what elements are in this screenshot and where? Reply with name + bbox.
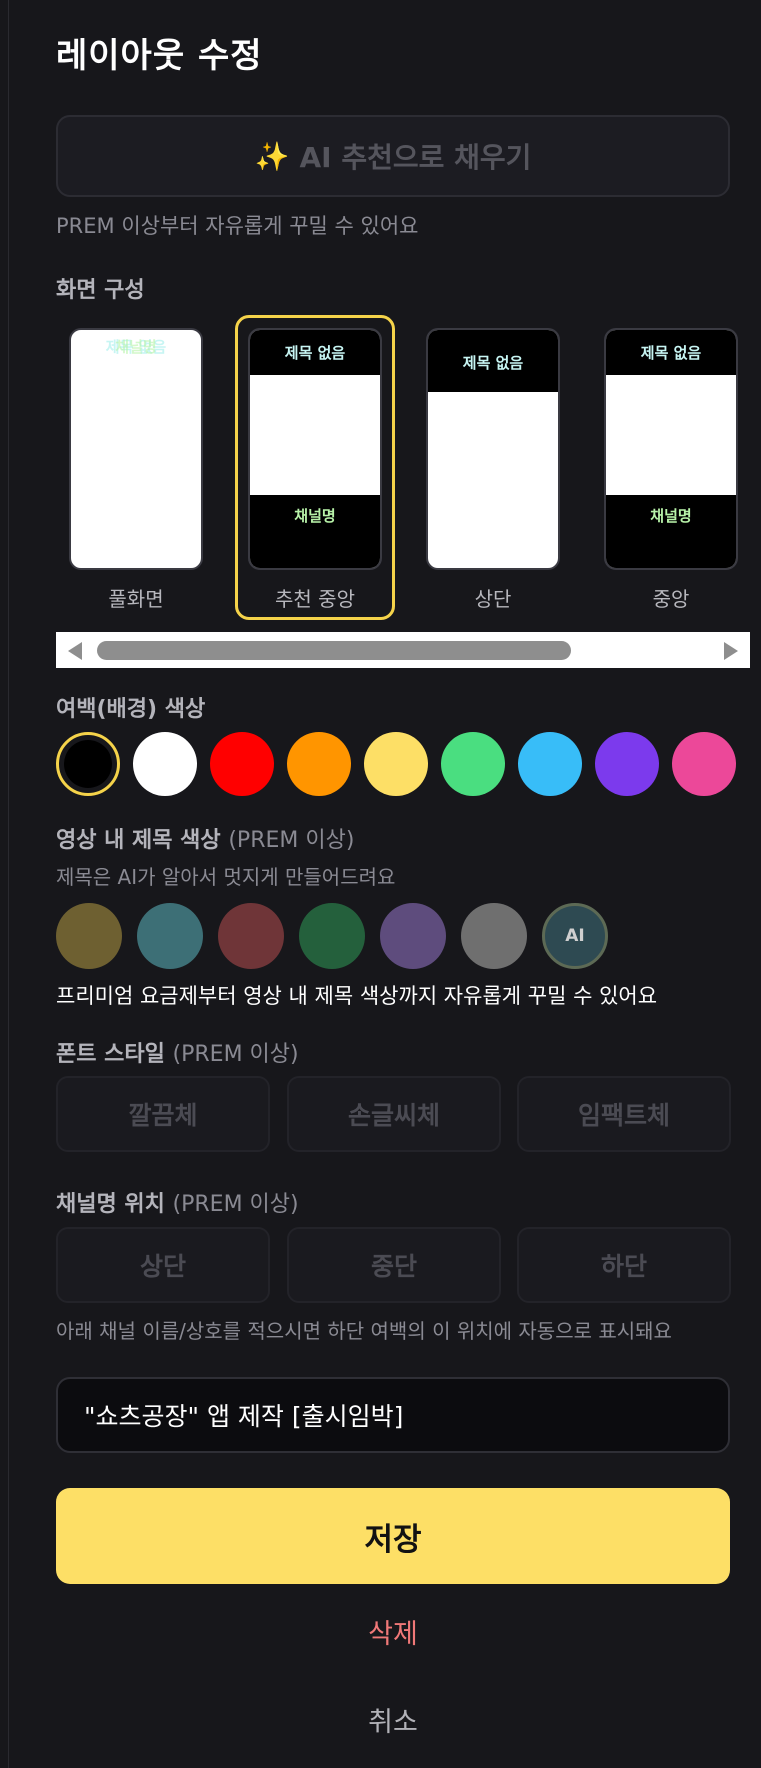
font-section-label: 폰트 스타일 (56, 1042, 165, 1067)
layout-option-top[interactable]: 제목 없음 상단 (413, 315, 573, 620)
ai-fill-button[interactable]: ✨ AI 추천으로 채우기 (56, 115, 730, 197)
bg-color-swatch-sky[interactable] (518, 732, 582, 796)
title-color-swatch-ai[interactable]: AI (542, 903, 608, 969)
prem-tag: (PREM 이상) (172, 1042, 299, 1067)
title-color-swatch-olive[interactable] (56, 903, 122, 969)
bg-color-swatches (56, 732, 756, 802)
layout-options: 제목 없음 채널명 풀화면 제목 없음 채널명 추천 중앙 제목 없음 상단 제… (56, 315, 750, 630)
channel-position-top[interactable]: 상단 (56, 1227, 270, 1303)
prem-hint: PREM 이상부터 자유롭게 꾸밀 수 있어요 (56, 214, 419, 238)
font-section-title: 폰트 스타일 (PREM 이상) (56, 1036, 299, 1068)
font-option-impact[interactable]: 임팩트체 (517, 1076, 731, 1152)
channel-position-middle[interactable]: 중단 (287, 1227, 501, 1303)
layout-option-label: 추천 중앙 (275, 587, 355, 611)
ai-fill-label: AI 추천으로 채우기 (299, 141, 532, 174)
title-color-swatch-purple[interactable] (380, 903, 446, 969)
cancel-button[interactable]: 취소 (56, 1700, 730, 1739)
bg-color-swatch-green[interactable] (441, 732, 505, 796)
save-button[interactable]: 저장 (56, 1488, 730, 1584)
modal-title: 레이아웃 수정 (56, 36, 263, 76)
preview-channel-text: 채널명 (294, 507, 336, 525)
preview-channel-text: 채널명 (115, 338, 157, 356)
preview-title-text: 제목 없음 (640, 344, 702, 362)
title-color-swatch-maroon[interactable] (218, 903, 284, 969)
title-color-swatch-green[interactable] (299, 903, 365, 969)
scroll-right-arrow-icon[interactable] (724, 642, 738, 660)
font-option-handwriting[interactable]: 손글씨체 (287, 1076, 501, 1152)
horizontal-scrollbar[interactable] (56, 632, 750, 668)
channel-name-input[interactable]: "쇼츠공장" 앱 제작 [출시임박] (56, 1377, 730, 1453)
preview-title-text: 제목 없음 (284, 344, 346, 362)
sparkles-icon: ✨ (254, 139, 290, 173)
preview-channel-text: 채널명 (650, 507, 692, 525)
preview-title-text: 제목 없음 (462, 354, 524, 372)
layout-option-center[interactable]: 제목 없음 채널명 중앙 (591, 315, 751, 620)
layout-preview: 제목 없음 채널명 (69, 328, 203, 570)
bg-color-swatch-yellow[interactable] (364, 732, 428, 796)
prem-tag: (PREM 이상) (228, 828, 355, 853)
title-color-swatch-gray[interactable] (461, 903, 527, 969)
bg-color-swatch-black[interactable] (56, 732, 120, 796)
layout-preview: 제목 없음 채널명 (248, 328, 382, 570)
delete-button[interactable]: 삭제 (56, 1612, 730, 1651)
title-color-section-title: 영상 내 제목 색상 (PREM 이상) (56, 822, 354, 854)
background-strip (0, 0, 9, 1768)
bg-color-swatch-white[interactable] (133, 732, 197, 796)
bg-color-section-title: 여백(배경) 색상 (56, 697, 206, 722)
scrollbar-thumb[interactable] (97, 641, 571, 660)
title-color-description: 제목은 AI가 알아서 멋지게 만들어드려요 (56, 865, 396, 889)
channel-position-hint: 아래 채널 이름/상호를 적으시면 하단 여백의 이 위치에 자동으로 표시돼요 (56, 1319, 672, 1343)
layout-edit-modal: 레이아웃 수정 ✨ AI 추천으로 채우기 PREM 이상부터 자유롭게 꾸밀 … (9, 0, 761, 1768)
layout-option-label: 상단 (474, 587, 512, 611)
channel-position-label: 채널명 위치 (56, 1192, 165, 1217)
layout-preview: 제목 없음 채널명 (604, 328, 738, 570)
bg-color-swatch-red[interactable] (210, 732, 274, 796)
bg-color-swatch-orange[interactable] (287, 732, 351, 796)
title-color-label: 영상 내 제목 색상 (56, 828, 221, 853)
prem-tag: (PREM 이상) (172, 1192, 299, 1217)
layout-option-fullscreen[interactable]: 제목 없음 채널명 풀화면 (56, 315, 216, 620)
title-color-note: 프리미엄 요금제부터 영상 내 제목 색상까지 자유롭게 꾸밀 수 있어요 (56, 984, 658, 1008)
layout-option-label: 중앙 (652, 587, 690, 611)
channel-position-options: 상단 중단 하단 (56, 1227, 756, 1307)
bg-color-swatch-purple[interactable] (595, 732, 659, 796)
layout-option-center-recommended[interactable]: 제목 없음 채널명 추천 중앙 (235, 315, 395, 620)
font-option-clean[interactable]: 깔끔체 (56, 1076, 270, 1152)
layout-section-title: 화면 구성 (56, 278, 145, 303)
bg-color-swatch-pink[interactable] (672, 732, 736, 796)
channel-position-section-title: 채널명 위치 (PREM 이상) (56, 1186, 299, 1218)
title-color-swatches: AI (56, 903, 756, 973)
layout-preview: 제목 없음 (426, 328, 560, 570)
layout-option-label: 풀화면 (108, 587, 164, 611)
channel-position-bottom[interactable]: 하단 (517, 1227, 731, 1303)
title-color-swatch-teal[interactable] (137, 903, 203, 969)
font-options: 깔끔체 손글씨체 임팩트체 (56, 1076, 756, 1156)
scroll-left-arrow-icon[interactable] (68, 642, 82, 660)
